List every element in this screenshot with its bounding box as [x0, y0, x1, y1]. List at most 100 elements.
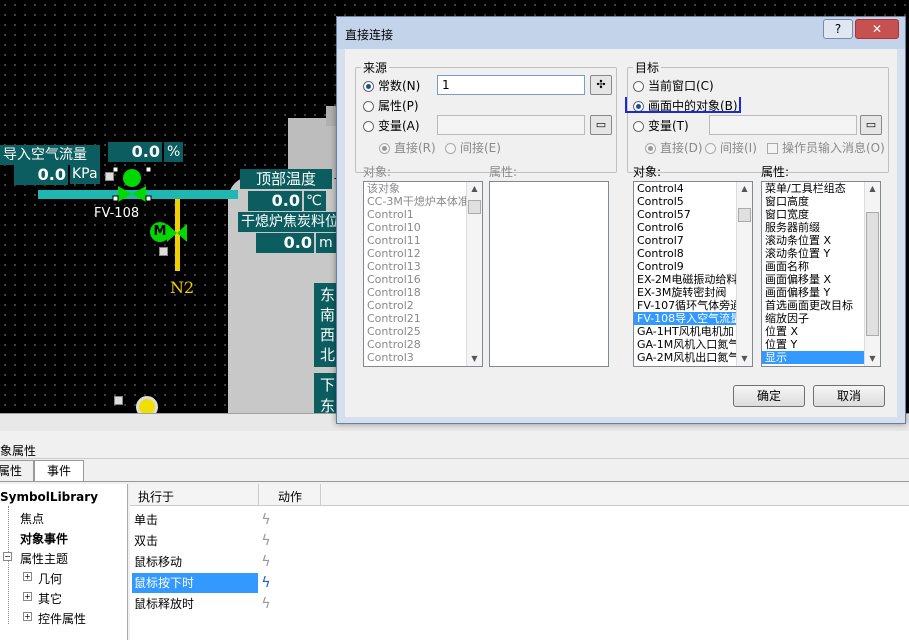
- source-object-item[interactable]: Control16: [364, 273, 482, 286]
- tree-item-other[interactable]: 其它: [38, 590, 62, 607]
- source-picker-button[interactable]: ✣: [590, 75, 612, 95]
- tree-expand-control-icon[interactable]: +: [23, 612, 32, 621]
- target-props-scrollbar[interactable]: ▲ ▼: [864, 182, 880, 366]
- cancel-button[interactable]: 取消: [813, 385, 885, 407]
- dialog-titlebar[interactable]: 直接连接 ? ✕: [337, 17, 905, 49]
- source-variable-radio[interactable]: 变量(A): [363, 119, 420, 133]
- close-button[interactable]: ✕: [855, 19, 899, 39]
- target-object-item[interactable]: Control6: [634, 221, 752, 234]
- target-object-item[interactable]: Control8: [634, 247, 752, 260]
- source-variable-browse-button[interactable]: ▭: [590, 115, 612, 135]
- source-object-item[interactable]: Control11: [364, 234, 482, 247]
- target-property-item[interactable]: 滚动条位置 X: [762, 234, 880, 247]
- valve-small-icon[interactable]: [105, 172, 114, 181]
- flow-value[interactable]: 0.0: [14, 165, 68, 185]
- target-variable-browse-button[interactable]: ▭: [860, 115, 882, 135]
- tree-expand-icon[interactable]: −: [3, 552, 12, 561]
- target-property-item[interactable]: 菜单/工具栏组态: [762, 182, 880, 195]
- source-object-item[interactable]: Control1: [364, 208, 482, 221]
- source-property-radio[interactable]: 属性(P): [363, 99, 419, 113]
- coke-value[interactable]: 0.0: [256, 233, 314, 253]
- source-objects-scrollbar[interactable]: ▲ ▼: [466, 182, 482, 366]
- constant-value-input[interactable]: 1: [437, 75, 585, 95]
- source-constant-radio[interactable]: 常数(N): [363, 79, 420, 93]
- n2-valve-icon[interactable]: [167, 224, 187, 242]
- lightning-icon[interactable]: ϟ: [258, 552, 274, 572]
- tree-expand-geometry-icon[interactable]: +: [23, 572, 32, 581]
- target-property-item[interactable]: 窗口高度: [762, 195, 880, 208]
- target-property-item[interactable]: 服务器前缀: [762, 221, 880, 234]
- event-row-mouse-move[interactable]: 鼠标移动: [132, 552, 258, 572]
- source-object-item[interactable]: Control10: [364, 221, 482, 234]
- target-object-item[interactable]: Control7: [634, 234, 752, 247]
- event-row-mouse-down[interactable]: 鼠标按下时: [132, 573, 258, 593]
- source-object-item[interactable]: Control13: [364, 260, 482, 273]
- tree-root[interactable]: SymbolLibrary: [0, 490, 98, 504]
- temp-value[interactable]: 0.0: [248, 191, 302, 211]
- tree-item-object-events[interactable]: 对象事件: [20, 530, 68, 547]
- target-object-item[interactable]: GA-2M风机出口氮气: [634, 351, 752, 364]
- valve-icon[interactable]: [110, 164, 154, 204]
- source-object-item[interactable]: Control12: [364, 247, 482, 260]
- source-props-list[interactable]: [489, 181, 609, 367]
- target-objects-scrollbar[interactable]: ▲ ▼: [736, 182, 752, 366]
- fan-small-icon[interactable]: [114, 396, 123, 405]
- target-property-item[interactable]: 显示: [762, 351, 880, 364]
- source-object-item[interactable]: Control28: [364, 338, 482, 351]
- target-object-item[interactable]: FV-107循环气体旁通: [634, 299, 752, 312]
- source-variable-input[interactable]: [437, 115, 585, 135]
- percent-value[interactable]: 0.0: [108, 142, 162, 162]
- tab-events[interactable]: 事件: [34, 460, 84, 481]
- target-object-item[interactable]: GA-1M风机入口氮气: [634, 338, 752, 351]
- target-property-item[interactable]: 缩放因子: [762, 312, 880, 325]
- target-object-item[interactable]: Control5: [634, 195, 752, 208]
- target-object-item[interactable]: EX-2M电磁振动给料: [634, 273, 752, 286]
- tree-item-focus[interactable]: 焦点: [20, 510, 44, 527]
- event-row-mouse-up[interactable]: 鼠标释放时: [132, 594, 258, 614]
- source-object-item[interactable]: Control21: [364, 312, 482, 325]
- source-object-item[interactable]: Control18: [364, 286, 482, 299]
- target-property-item[interactable]: 首选画面更改目标: [762, 299, 880, 312]
- n2-small-icon[interactable]: [159, 247, 168, 256]
- lightning-icon[interactable]: ϟ: [258, 573, 274, 593]
- tree-item-property-topics[interactable]: 属性主题: [20, 550, 68, 567]
- source-indirect-radio[interactable]: 间接(E): [445, 141, 501, 155]
- target-current-window-radio[interactable]: 当前窗口(C): [633, 79, 714, 93]
- operator-message-checkbox[interactable]: 操作员输入消息(O): [767, 141, 885, 155]
- tab-properties[interactable]: 属性: [0, 460, 34, 481]
- target-indirect-radio[interactable]: 间接(I): [705, 141, 757, 155]
- target-objects-list[interactable]: Control4 Control5 Control57 Control6 Control…: [633, 181, 753, 367]
- lightning-icon[interactable]: ϟ: [258, 531, 274, 551]
- ok-button[interactable]: 确定: [733, 385, 805, 407]
- target-object-item[interactable]: EX-3M旋转密封阀: [634, 286, 752, 299]
- event-row-click[interactable]: 单击: [132, 510, 258, 530]
- event-row-double-click[interactable]: 双击: [132, 531, 258, 551]
- target-property-item[interactable]: 位置 Y: [762, 338, 880, 351]
- target-property-item[interactable]: 位置 X: [762, 325, 880, 338]
- tree-item-geometry[interactable]: 几何: [38, 570, 62, 587]
- target-property-item[interactable]: 窗口宽度: [762, 208, 880, 221]
- target-object-item[interactable]: Control57: [634, 208, 752, 221]
- target-variable-radio[interactable]: 变量(T): [633, 119, 689, 133]
- source-object-item[interactable]: CC-3M干熄炉本体准: [364, 195, 482, 208]
- help-button[interactable]: ?: [823, 19, 853, 39]
- fan-icon[interactable]: [136, 396, 158, 413]
- source-direct-radio[interactable]: 直接(R): [379, 141, 436, 155]
- source-objects-list[interactable]: 该对象 CC-3M干熄炉本体准 Control1 Control10 Control11…: [363, 181, 483, 367]
- tree-item-control-props[interactable]: 控件属性: [38, 610, 86, 627]
- target-property-item[interactable]: 画面名称: [762, 260, 880, 273]
- target-variable-input[interactable]: [709, 115, 857, 135]
- target-props-list[interactable]: 菜单/工具栏组态 窗口高度 窗口宽度 服务器前缀 滚动条位置 X 滚动条位置 Y 画面名称画…: [761, 181, 881, 367]
- source-object-item[interactable]: Control3: [364, 351, 482, 364]
- lightning-icon[interactable]: ϟ: [258, 510, 274, 530]
- col-exec-header[interactable]: 执行于: [138, 488, 174, 505]
- target-property-item[interactable]: 画面偏移量 Y: [762, 286, 880, 299]
- target-property-item[interactable]: 滚动条位置 Y: [762, 247, 880, 260]
- tree-expand-other-icon[interactable]: +: [23, 592, 32, 601]
- source-object-item[interactable]: Control2: [364, 299, 482, 312]
- target-object-item[interactable]: GA-1HT风机电机加: [634, 325, 752, 338]
- source-object-item[interactable]: Control25: [364, 325, 482, 338]
- target-property-item[interactable]: 画面偏移量 X: [762, 273, 880, 286]
- target-object-item[interactable]: FV-108导入空气流量: [634, 312, 752, 325]
- target-object-item[interactable]: Control9: [634, 260, 752, 273]
